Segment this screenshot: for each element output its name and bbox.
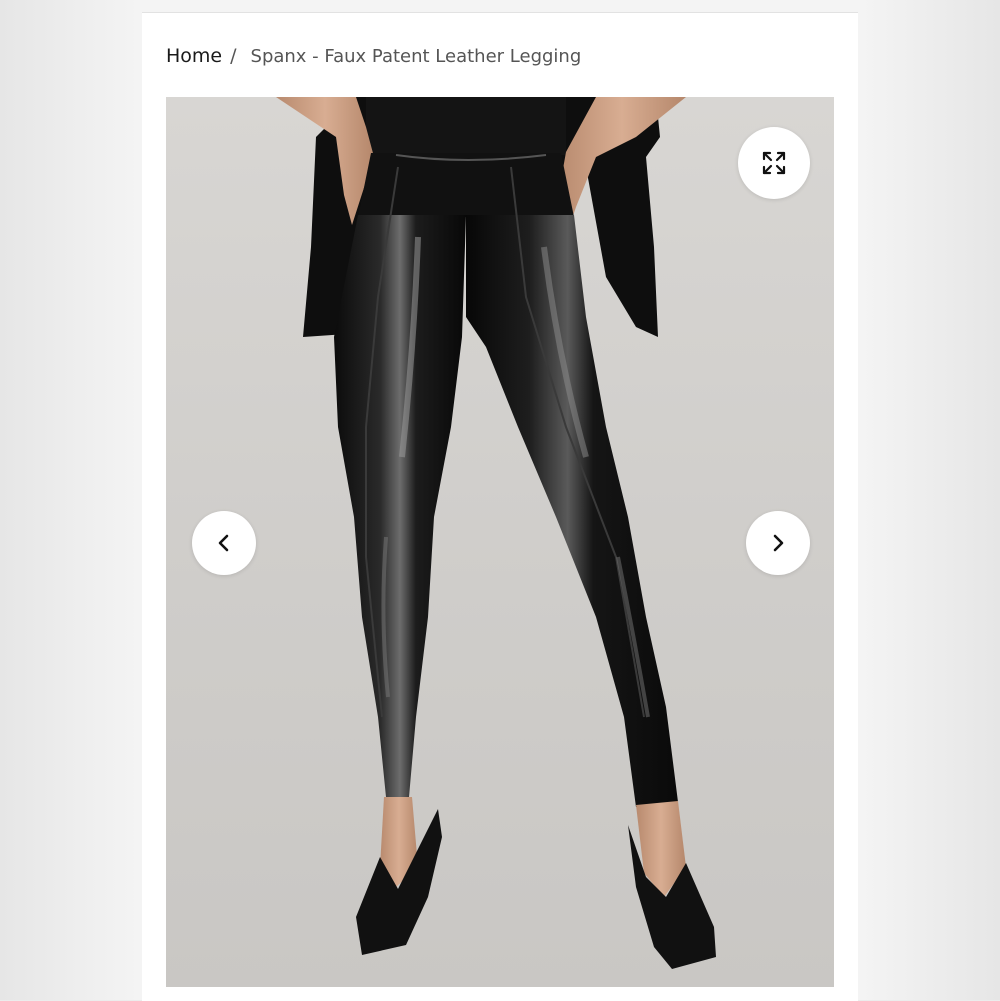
expand-arrows-icon bbox=[762, 151, 786, 175]
breadcrumb-current-page: Spanx - Faux Patent Leather Legging bbox=[250, 45, 582, 67]
expand-image-button[interactable] bbox=[738, 127, 810, 199]
product-card: Home / Spanx - Faux Patent Leather Leggi… bbox=[142, 12, 858, 1001]
top-shape bbox=[366, 97, 566, 155]
breadcrumb-separator: / bbox=[230, 45, 237, 67]
left-leg-shape bbox=[334, 215, 466, 797]
previous-image-button[interactable] bbox=[192, 511, 256, 575]
chevron-left-icon bbox=[218, 534, 229, 552]
next-image-button[interactable] bbox=[746, 511, 810, 575]
chevron-right-icon bbox=[773, 534, 784, 552]
product-image-gallery bbox=[166, 97, 834, 987]
waistband-shape bbox=[358, 153, 574, 217]
product-image bbox=[276, 97, 716, 969]
breadcrumb-home-link[interactable]: Home bbox=[166, 45, 222, 67]
breadcrumb: Home / Spanx - Faux Patent Leather Leggi… bbox=[166, 43, 581, 69]
